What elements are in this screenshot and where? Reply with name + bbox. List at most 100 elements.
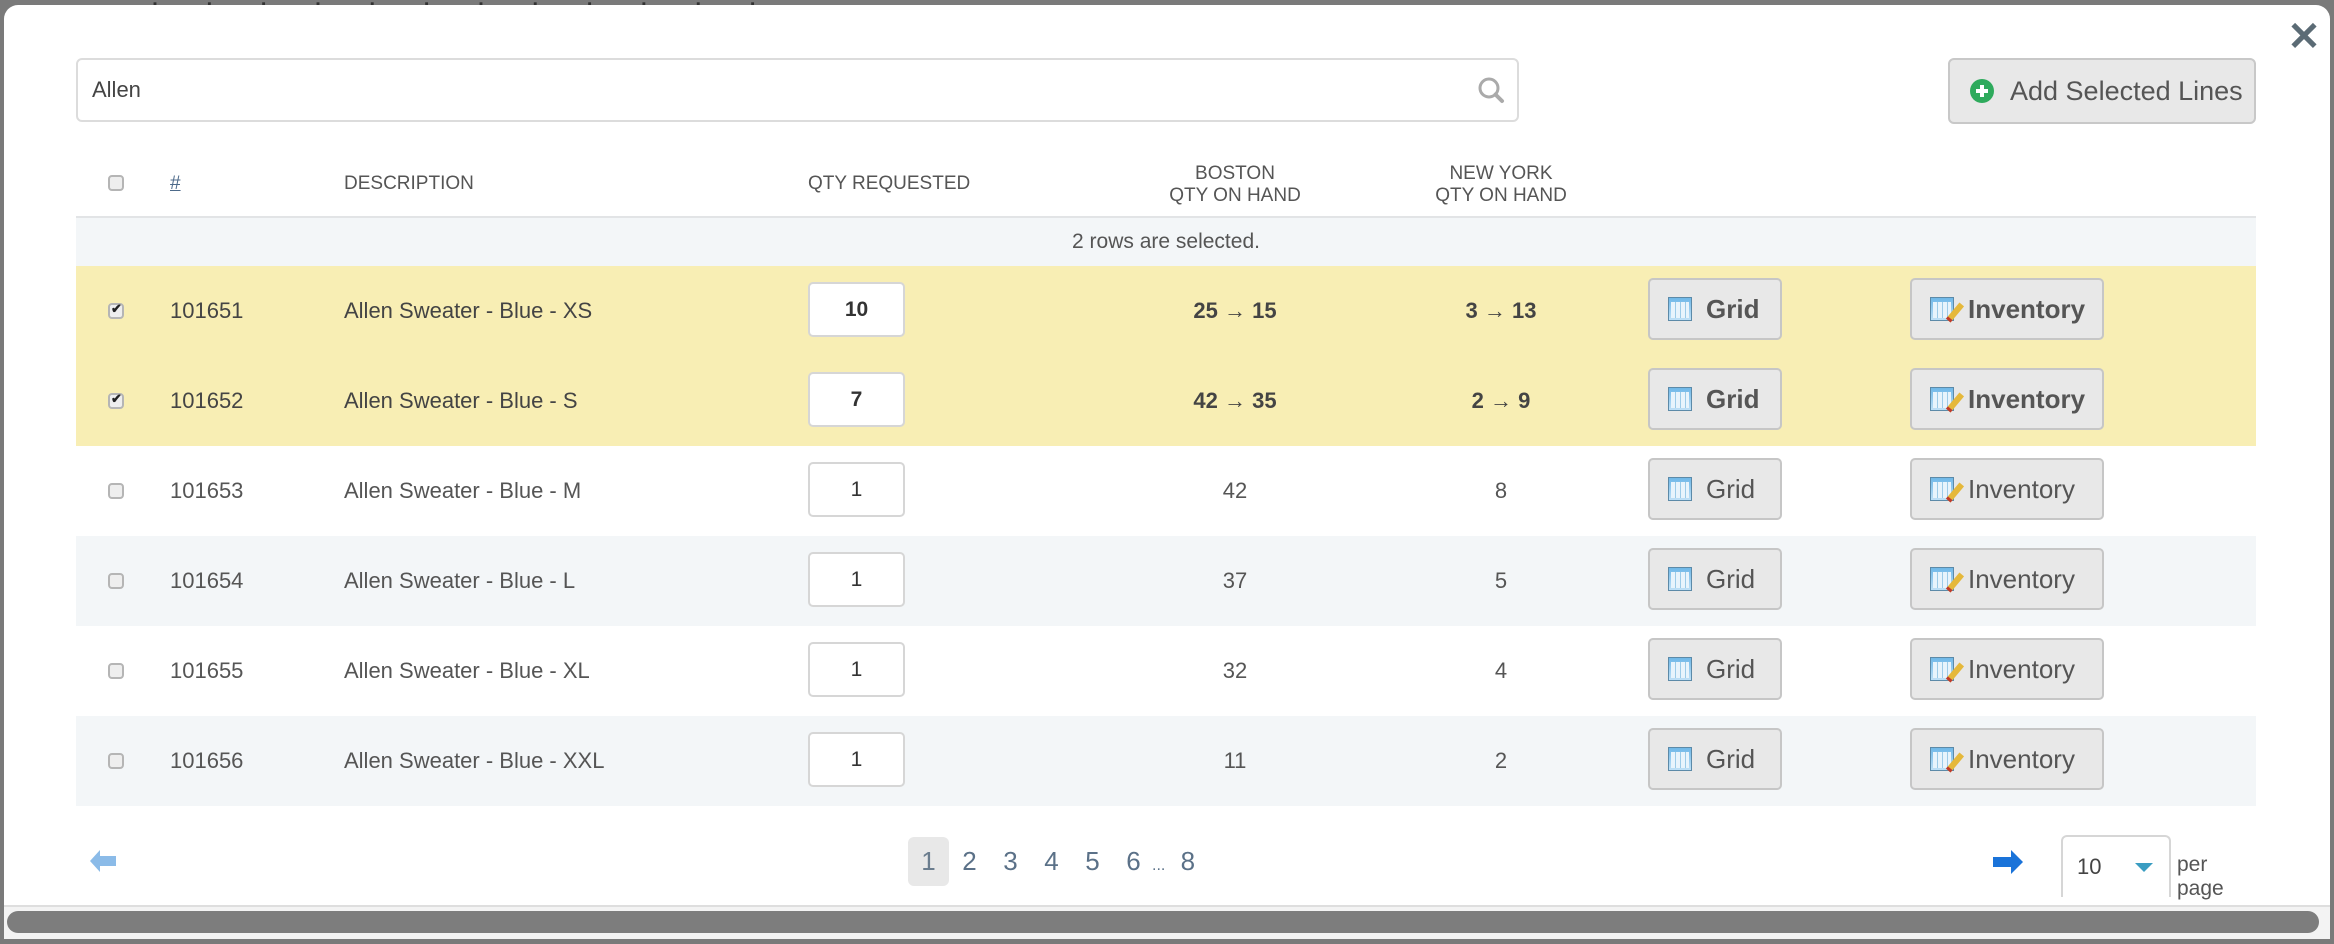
inventory-button-label: Inventory (1968, 653, 2075, 684)
table-body: 101651 Allen Sweater - Blue - XS 10 25 → 15… (76, 266, 2256, 806)
item-description: Allen Sweater - Blue - M (344, 478, 582, 503)
row-checkbox[interactable] (108, 753, 124, 769)
inventory-button-label: Inventory (1968, 383, 2086, 414)
qty-requested-input[interactable]: 10 (808, 282, 905, 337)
edit-table-icon (1930, 657, 1965, 683)
row-checkbox[interactable] (108, 483, 124, 499)
select-all-checkbox[interactable] (108, 175, 124, 191)
item-number: 101654 (170, 568, 244, 593)
item-number: 101655 (170, 658, 244, 683)
qty-requested-input[interactable]: 1 (808, 552, 905, 607)
table-row: 101652 Allen Sweater - Blue - S 7 42 → 35 2 … (76, 356, 2256, 446)
search-icon[interactable] (1475, 74, 1507, 106)
grid-table-icon (1668, 477, 1692, 501)
table-row: 101653 Allen Sweater - Blue - M 1 42 8 Grid In… (76, 446, 2256, 536)
table-row: 101654 Allen Sweater - Blue - L 1 37 5 Grid In… (76, 536, 2256, 626)
inventory-button-label: Inventory (1968, 743, 2075, 774)
grid-button-label: Grid (1706, 563, 1756, 594)
inventory-button[interactable]: Inventory (1910, 728, 2104, 790)
page-link[interactable]: 3 (990, 837, 1031, 886)
table-row: 101656 Allen Sweater - Blue - XXL 1 11 2 Grid… (76, 716, 2256, 806)
row-checkbox[interactable] (108, 391, 124, 409)
newyork-qty-on-hand: 5 (1494, 568, 1508, 593)
header-boston-line1: BOSTON (1195, 163, 1275, 184)
newyork-qty-on-hand: 4 (1494, 658, 1508, 683)
inventory-button[interactable]: Inventory (1910, 638, 2104, 700)
table-row: 101655 Allen Sweater - Blue - XL 1 32 4 Grid I… (76, 626, 2256, 716)
close-icon[interactable]: ✕ (2286, 17, 2322, 57)
item-description: Allen Sweater - Blue - XL (344, 658, 590, 683)
item-number: 101651 (170, 298, 244, 323)
edit-table-icon (1930, 747, 1965, 773)
boston-qty-on-hand: 42 → 35 (1193, 388, 1277, 413)
page-link-last[interactable]: 8 (1167, 837, 1208, 886)
edit-table-icon (1930, 387, 1965, 413)
row-checkbox[interactable] (108, 663, 124, 679)
page-link[interactable]: 2 (949, 837, 990, 886)
per-page-label: per page (2177, 853, 2224, 900)
grid-button[interactable]: Grid (1648, 458, 1782, 520)
table-row: 101651 Allen Sweater - Blue - XS 10 25 → 15… (76, 266, 2256, 356)
add-selected-lines-label: Add Selected Lines (2010, 75, 2243, 106)
scrollbar-thumb[interactable] (7, 911, 2319, 933)
edit-table-icon (1930, 477, 1965, 503)
newyork-qty-on-hand: 2 (1494, 748, 1508, 773)
qty-requested-input[interactable]: 1 (808, 462, 905, 517)
qty-requested-input[interactable]: 1 (808, 732, 905, 787)
inventory-button[interactable]: Inventory (1910, 368, 2104, 430)
boston-qty-on-hand: 32 (1222, 658, 1248, 683)
item-description: Allen Sweater - Blue - XS (344, 298, 593, 323)
add-lines-modal: ✕ Add Selected Lines # DESCRIPTION QTY R… (4, 5, 2330, 905)
boston-qty-on-hand: 37 (1222, 568, 1248, 593)
inventory-button[interactable]: Inventory (1910, 278, 2104, 340)
inventory-button[interactable]: Inventory (1910, 458, 2104, 520)
grid-button-label: Grid (1706, 383, 1760, 414)
search-input[interactable] (78, 60, 1452, 120)
items-table: # DESCRIPTION QTY REQUESTED BOSTON QTY O… (76, 150, 2256, 806)
newyork-qty-on-hand: 2 → 9 (1471, 388, 1531, 413)
inventory-button-label: Inventory (1968, 473, 2075, 504)
search-box (76, 58, 1519, 122)
sort-by-number-link[interactable]: # (170, 173, 181, 195)
header-boston-line2: QTY ON HAND (1169, 185, 1301, 206)
grid-table-icon (1668, 387, 1692, 411)
grid-button[interactable]: Grid (1648, 548, 1782, 610)
caret-down-icon (2135, 863, 2153, 872)
row-checkbox[interactable] (108, 573, 124, 589)
qty-requested-input[interactable]: 7 (808, 372, 905, 427)
newyork-qty-on-hand: 3 → 13 (1465, 298, 1537, 323)
per-page-value: 10 (2077, 854, 2102, 879)
grid-table-icon (1668, 567, 1692, 591)
inventory-button[interactable]: Inventory (1910, 548, 2104, 610)
page-links: 1 2 3 4 5 6... 8 (908, 837, 1208, 886)
item-description: Allen Sweater - Blue - L (344, 568, 576, 593)
grid-button-label: Grid (1706, 743, 1756, 774)
horizontal-scrollbar[interactable] (4, 905, 2330, 939)
grid-button[interactable]: Grid (1648, 278, 1782, 340)
grid-button[interactable]: Grid (1648, 728, 1782, 790)
page-link[interactable]: 4 (1031, 837, 1072, 886)
grid-button[interactable]: Grid (1648, 638, 1782, 700)
page-ellipsis: ... (1152, 856, 1166, 874)
item-description: Allen Sweater - Blue - S (344, 388, 578, 413)
header-description: DESCRIPTION (344, 173, 474, 194)
header-newyork-line1: NEW YORK (1449, 163, 1553, 184)
per-page-select[interactable]: 10 (2061, 835, 2171, 897)
arrow-right-icon[interactable] (1993, 850, 2023, 874)
page-link[interactable]: 1 (908, 837, 949, 886)
grid-button-label: Grid (1706, 653, 1756, 684)
inventory-button-label: Inventory (1968, 563, 2075, 594)
page-link[interactable]: 5 (1072, 837, 1113, 886)
grid-table-icon (1668, 747, 1692, 771)
arrow-left-icon[interactable] (90, 850, 116, 872)
add-selected-lines-button[interactable]: Add Selected Lines (1948, 58, 2256, 124)
row-checkbox[interactable] (108, 301, 124, 319)
qty-requested-input[interactable]: 1 (808, 642, 905, 697)
header-newyork-qty: NEW YORK QTY ON HAND (1401, 163, 1601, 207)
grid-table-icon (1668, 657, 1692, 681)
plus-circle-icon (1970, 79, 1994, 103)
page-link[interactable]: 6 (1113, 837, 1154, 886)
boston-qty-on-hand: 25 → 15 (1193, 298, 1277, 323)
grid-button[interactable]: Grid (1648, 368, 1782, 430)
grid-table-icon (1668, 297, 1692, 321)
